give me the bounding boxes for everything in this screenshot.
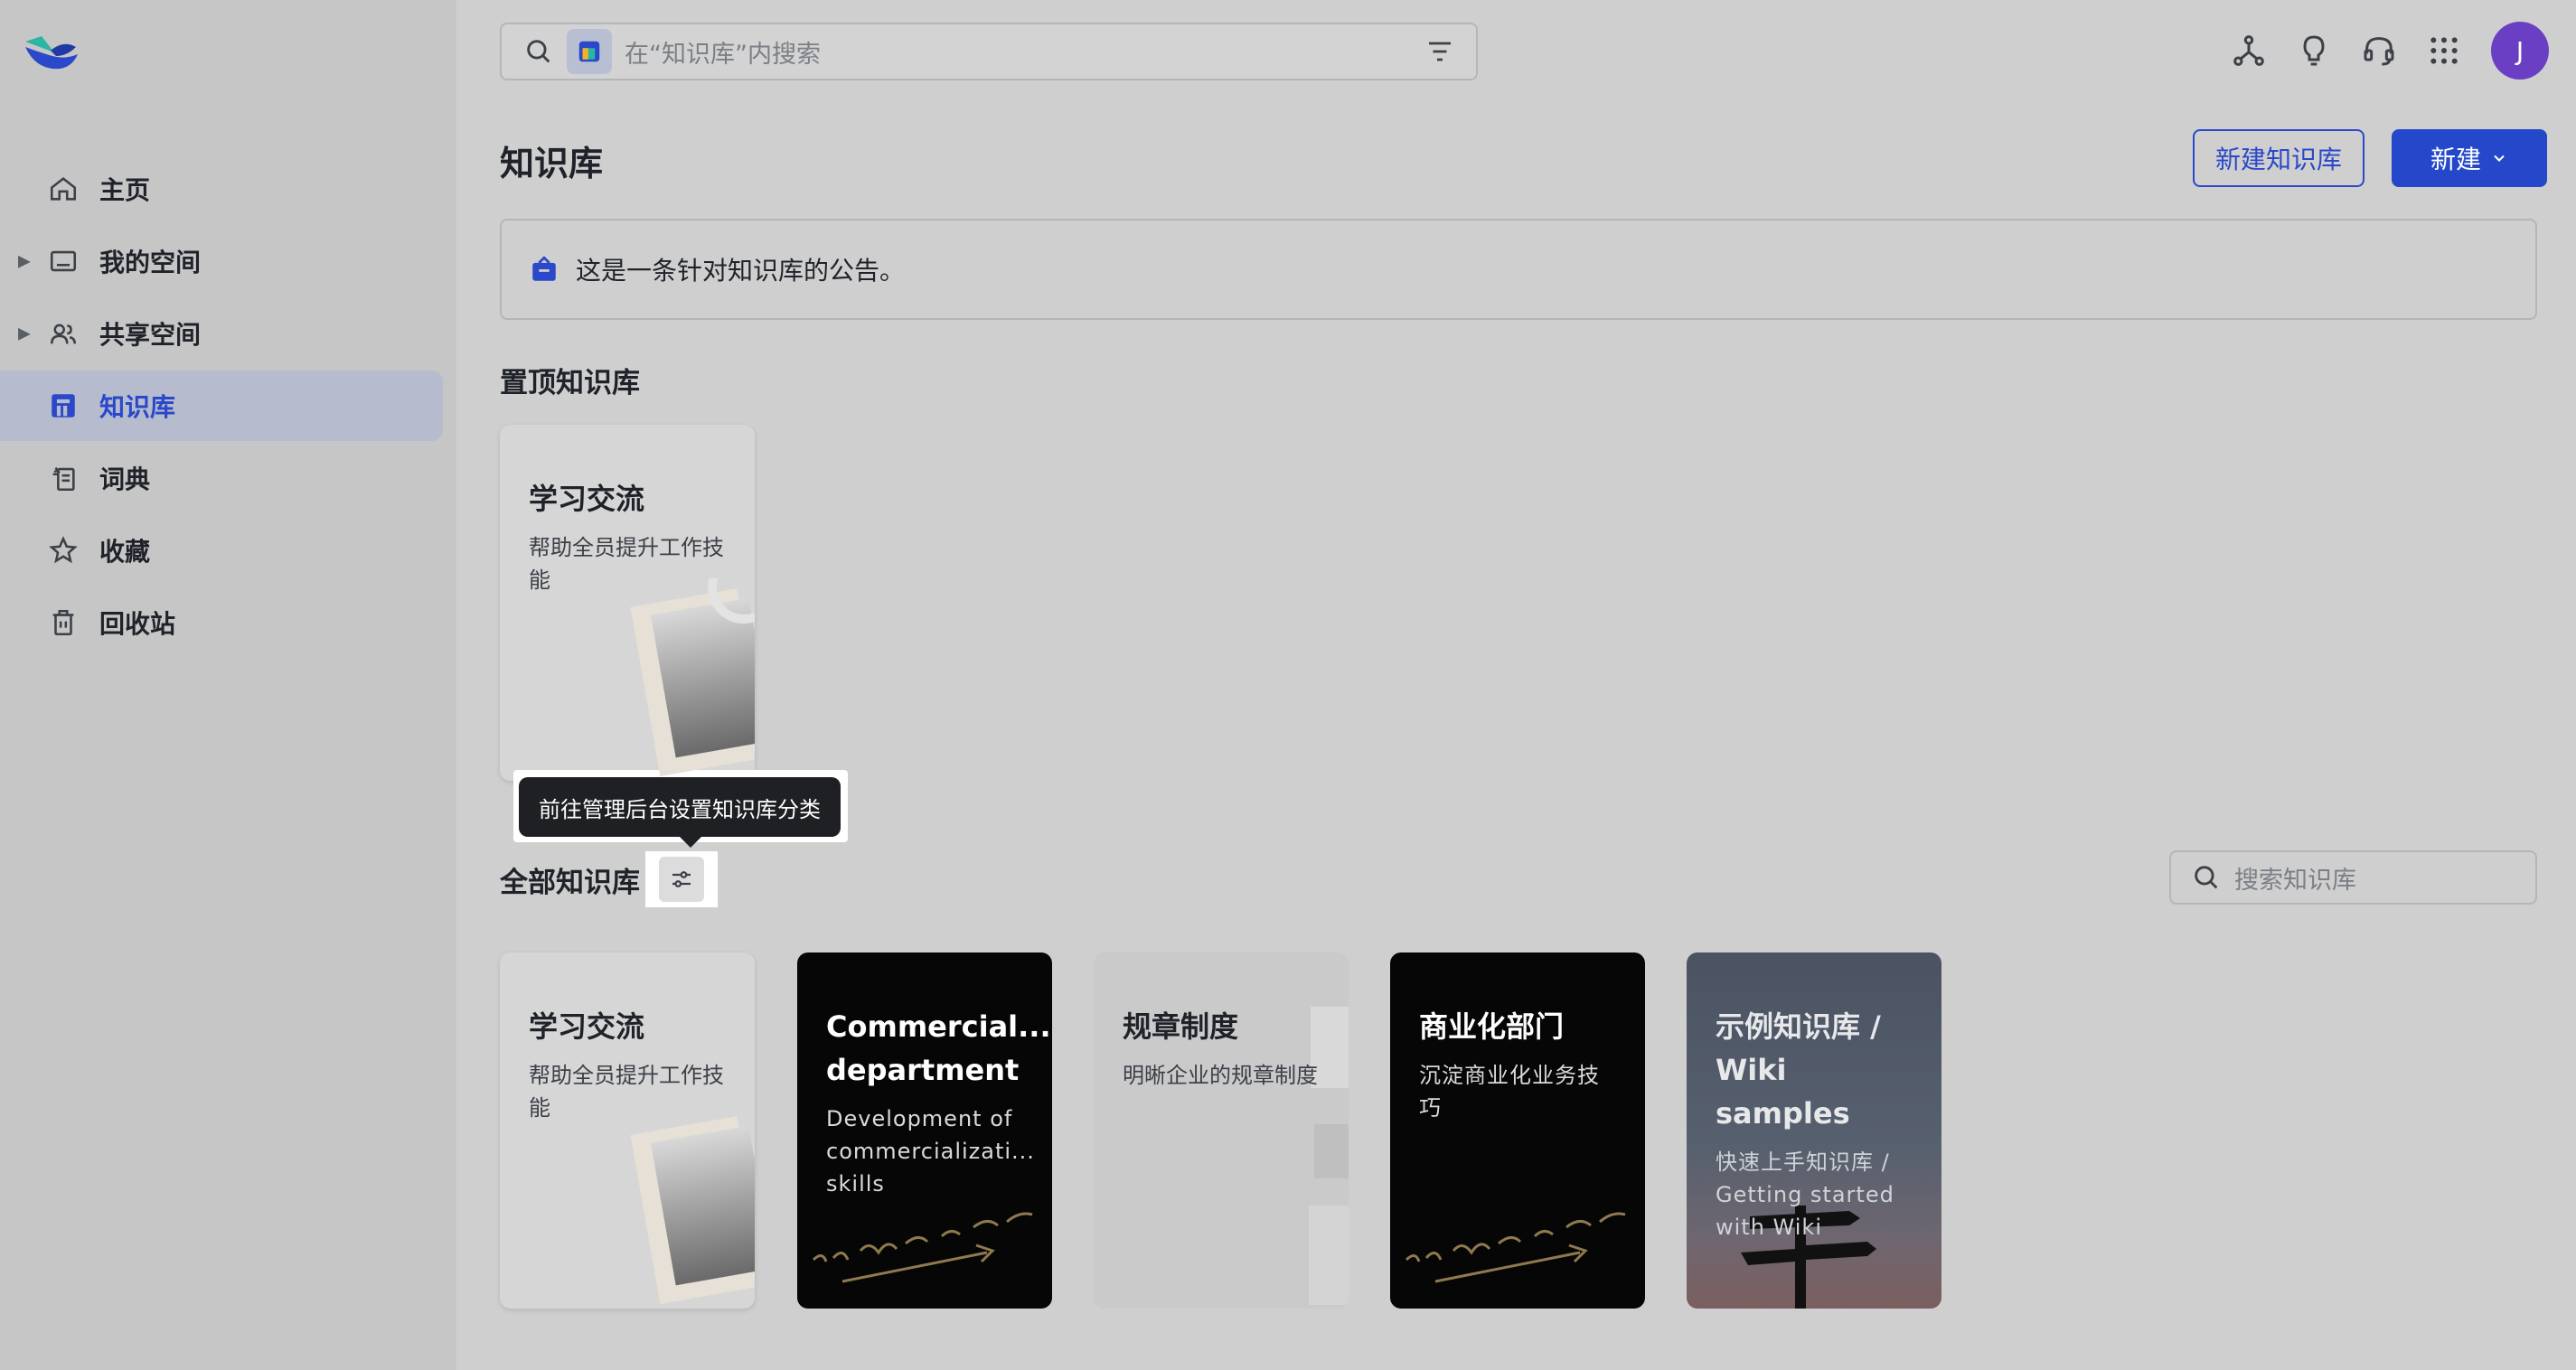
apps-grid-icon[interactable]: [2411, 22, 2477, 80]
avatar[interactable]: J: [2491, 22, 2549, 80]
wiki-card-desc: Development of commercializati... skills: [826, 1106, 1035, 1196]
wiki-card-title: 商业化部门: [1419, 1009, 1565, 1044]
pinned-section-title: 置顶知识库: [500, 367, 640, 399]
wiki-card-desc: 沉淀商业化业务技巧: [1419, 1063, 1600, 1121]
global-search-input[interactable]: 在“知识库”内搜索: [500, 23, 1478, 80]
wiki-card-title: 规章制度: [1123, 1009, 1239, 1044]
sidebar-item-label: 词典: [99, 464, 151, 494]
trash-icon: [47, 606, 80, 639]
card-decoration-image: [630, 578, 755, 776]
category-settings-tooltip: 前往管理后台设置知识库分类: [519, 777, 841, 848]
announcement-banner: 这是一条针对知识库的公告。: [500, 219, 2537, 320]
wiki-card[interactable]: Commercial... department Development of …: [797, 952, 1052, 1309]
wiki-card-desc: 明晰企业的规章制度: [1123, 1063, 1318, 1088]
home-icon: [47, 173, 80, 205]
search-scope-icon[interactable]: [567, 29, 612, 74]
card-decoration-image: [630, 1116, 755, 1304]
search-icon: [527, 40, 550, 63]
wiki-card[interactable]: 示例知识库 / Wiki samples 快速上手知识库 / Getting s…: [1687, 952, 1941, 1309]
new-button[interactable]: 新建: [2392, 129, 2547, 187]
app-logo[interactable]: [24, 29, 80, 76]
new-wiki-button[interactable]: 新建知识库: [2193, 129, 2364, 187]
top-right-toolbar: J: [2216, 22, 2549, 80]
users-icon: [47, 317, 80, 350]
wiki-card-title: 学习交流: [529, 482, 645, 516]
star-icon: [47, 534, 80, 567]
card-decoration-image: [1405, 1212, 1626, 1283]
dictionary-icon: [47, 462, 80, 494]
wiki-card-desc: 快速上手知识库 / Getting started with Wiki: [1716, 1149, 1894, 1240]
card-decoration-image: [812, 1212, 1033, 1283]
sidebar-item-shared-space[interactable]: ▶ 共享空间: [0, 298, 443, 369]
sidebar-item-home[interactable]: 主页: [0, 154, 443, 224]
search-placeholder: 在“知识库”内搜索: [625, 40, 821, 69]
sidebar: 主页 ▶ 我的空间 ▶ 共享空间 知识库 词典 收藏 回收站: [0, 0, 456, 1370]
sidebar-item-my-space[interactable]: ▶ 我的空间: [0, 226, 443, 296]
wiki-card[interactable]: 商业化部门 沉淀商业化业务技巧: [1390, 952, 1645, 1309]
sidebar-item-trash[interactable]: 回收站: [0, 587, 443, 658]
sidebar-item-label: 主页: [99, 175, 151, 205]
network-icon[interactable]: [2216, 22, 2281, 80]
wiki-search-input[interactable]: 搜索知识库: [2169, 850, 2537, 905]
new-button-label: 新建: [2430, 145, 2481, 174]
wiki-card-title: Commercial... department: [826, 1009, 1051, 1087]
sidebar-item-wiki[interactable]: 知识库: [0, 371, 443, 441]
search-icon: [2195, 866, 2218, 889]
folder-icon: [47, 245, 80, 277]
sidebar-nav: 主页 ▶ 我的空间 ▶ 共享空间 知识库 词典 收藏 回收站: [0, 154, 456, 660]
sidebar-item-label: 共享空间: [99, 320, 202, 350]
sidebar-item-label: 收藏: [99, 537, 151, 567]
expand-caret-icon[interactable]: ▶: [18, 252, 31, 271]
chevron-down-icon: [2494, 155, 2505, 162]
lightbulb-icon[interactable]: [2281, 22, 2346, 80]
announcement-text: 这是一条针对知识库的公告。: [576, 256, 906, 286]
wiki-card-desc: 帮助全员提升工作技能: [529, 1063, 724, 1121]
expand-caret-icon[interactable]: ▶: [18, 324, 31, 343]
wiki-card-title: 示例知识库 / Wiki samples: [1716, 1009, 1881, 1131]
wiki-search-placeholder: 搜索知识库: [2234, 866, 2356, 895]
filter-icon[interactable]: [1424, 35, 1456, 68]
wiki-card-desc: 帮助全员提升工作技能: [529, 535, 724, 593]
sidebar-item-label: 知识库: [99, 392, 176, 422]
all-section-title: 全部知识库: [500, 867, 640, 899]
page-title: 知识库: [500, 144, 604, 183]
wiki-card-pinned[interactable]: 学习交流 帮助全员提升工作技能: [500, 425, 755, 781]
wiki-card-title: 学习交流: [529, 1009, 645, 1044]
announcement-icon: [532, 256, 556, 281]
sidebar-item-label: 我的空间: [99, 248, 202, 277]
sidebar-item-favorites[interactable]: 收藏: [0, 515, 443, 586]
wiki-icon: [47, 389, 80, 422]
sidebar-item-label: 回收站: [99, 609, 176, 639]
headset-icon[interactable]: [2346, 22, 2411, 80]
sidebar-item-dictionary[interactable]: 词典: [0, 443, 443, 513]
sliders-icon: [659, 857, 704, 902]
wiki-card[interactable]: 学习交流 帮助全员提升工作技能: [500, 952, 755, 1309]
category-settings-button[interactable]: [645, 851, 718, 907]
wiki-card[interactable]: 规章制度 明晰企业的规章制度: [1094, 952, 1349, 1309]
